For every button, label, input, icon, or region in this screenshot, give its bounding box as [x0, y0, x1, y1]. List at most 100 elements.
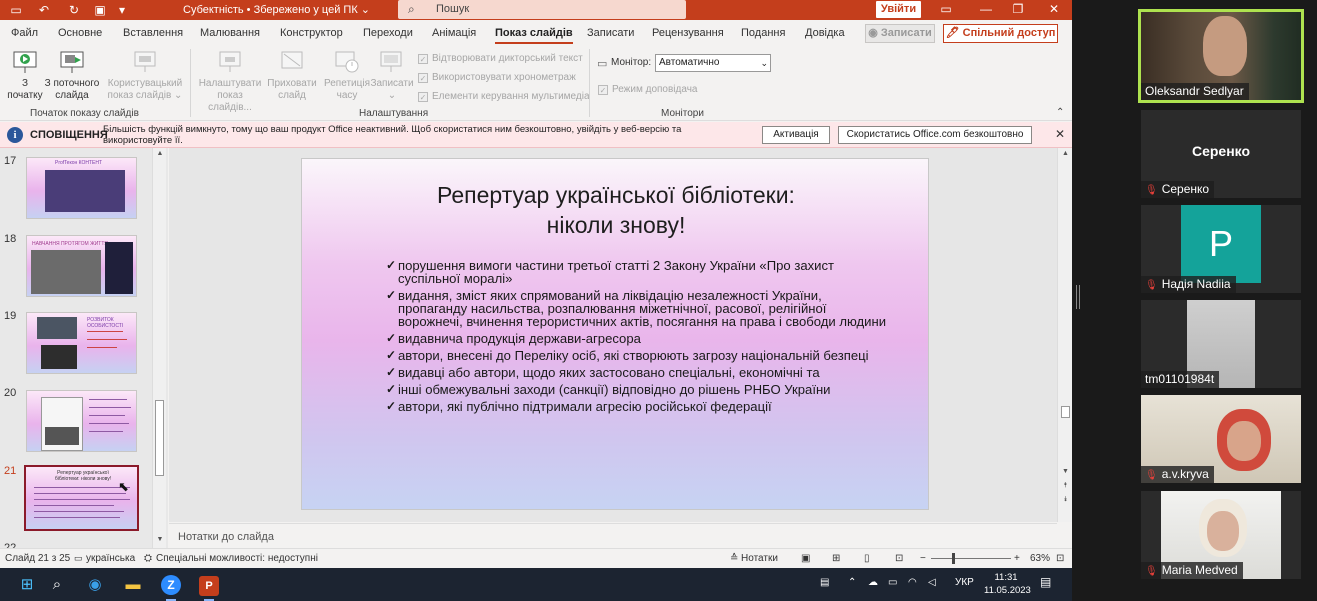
close-icon[interactable]: ✕ — [1038, 0, 1070, 20]
slide-title[interactable]: Репертуар української бібліотеки: ніколи… — [302, 180, 928, 240]
edge-browser-icon[interactable]: ◉ — [82, 572, 108, 598]
scroll-down-icon[interactable]: ▼ — [1061, 468, 1070, 475]
participant-tile[interactable]: tm01101984t — [1141, 300, 1301, 388]
tab-design[interactable]: Конструктор — [280, 27, 343, 39]
tab-draw[interactable]: Малювання — [200, 27, 260, 39]
participant-tile[interactable]: Серенко 🎙 Серенко — [1141, 110, 1301, 198]
tab-insert[interactable]: Вставлення — [123, 27, 183, 39]
show-hidden-icons-icon[interactable]: ⌃ — [848, 577, 856, 588]
scroll-up-icon[interactable]: ▲ — [155, 150, 165, 160]
participant-tile[interactable]: 🎙 a.v.kryva — [1141, 395, 1301, 483]
slide-thumbnail-18[interactable]: НАВЧАННЯ ПРОТЯГОМ ЖИТТЯ — [26, 235, 137, 297]
scroll-down-icon[interactable]: ▼ — [155, 536, 165, 546]
participant-tile[interactable]: P 🎙 Надія Nadiia — [1141, 205, 1301, 293]
minimize-icon[interactable]: — — [970, 0, 1002, 20]
slideshow-view-icon[interactable]: ⊡ — [895, 553, 903, 564]
media-controls-checkbox[interactable]: ✓ Елементи керування мультимедіа — [418, 91, 590, 102]
thumbnails-scrollbar[interactable]: ▲ ▼ — [152, 148, 166, 548]
wifi-icon[interactable]: ◠ — [908, 577, 917, 588]
zoom-out-icon[interactable]: − — [920, 553, 926, 564]
participant-tile[interactable]: Oleksandr Sedlyar — [1138, 9, 1304, 103]
volume-icon[interactable]: ◁ — [928, 577, 936, 588]
maximize-icon[interactable]: ❐ — [1002, 0, 1034, 20]
collapse-ribbon-icon[interactable]: ⌃ — [1056, 107, 1064, 118]
ribbon-display-icon[interactable]: ▭ — [930, 0, 962, 20]
slide-thumbnail-21[interactable]: Репертуар української бібліотеки: ніколи… — [24, 465, 139, 531]
from-current-button[interactable]: З поточного слайда — [42, 48, 102, 102]
rehearse-timings-button[interactable]: Репетиція часу — [322, 48, 372, 102]
narration-checkbox[interactable]: ✓ Відтворювати дикторський текст — [418, 53, 583, 64]
presenter-view-checkbox[interactable]: ✓ Режим доповідача — [598, 84, 697, 95]
slideshow-icon[interactable]: ▣ — [92, 2, 108, 18]
autosave-icon[interactable]: ▭ — [8, 2, 24, 18]
timings-checkbox[interactable]: ✓ Використовувати хронометраж — [418, 72, 576, 83]
spellcheck-icon[interactable]: ▭ — [74, 553, 83, 564]
undo-icon[interactable]: ↶ — [36, 2, 52, 18]
cloud-icon[interactable]: ☁ — [868, 577, 878, 588]
redo-icon[interactable]: ↻ — [66, 2, 82, 18]
slide-thumbnail-19[interactable]: РОЗВИТОК ОСОБИСТОСТІ — [26, 312, 137, 374]
file-explorer-icon[interactable]: ▬ — [120, 572, 146, 598]
current-slide[interactable]: Репертуар української бібліотеки: ніколи… — [301, 158, 929, 510]
notes-pane[interactable]: Нотатки до слайда — [169, 523, 1057, 548]
clock[interactable]: 11:31 11.05.2023 — [984, 571, 1031, 597]
editor-scrollbar[interactable]: ▲ ▼ ⯭ ⯯ — [1057, 148, 1072, 522]
notes-toggle-icon[interactable]: ≙ — [730, 553, 738, 564]
scroll-up-icon[interactable]: ▲ — [1061, 150, 1070, 157]
share-button[interactable]: 🖊 Спільний доступ — [943, 24, 1058, 43]
accessibility-icon[interactable]: ⛭ — [144, 553, 152, 564]
record-slideshow-button[interactable]: Записати ⌄ — [370, 48, 414, 102]
tab-help[interactable]: Довідка — [805, 27, 845, 39]
tab-file[interactable]: Файл — [11, 27, 38, 39]
customize-qat-icon[interactable]: ▾ — [114, 2, 130, 18]
from-start-button[interactable]: З початку — [5, 48, 45, 102]
participant-tile[interactable]: 🎙 Maria Medved — [1141, 491, 1301, 579]
activate-button[interactable]: Активація — [762, 126, 830, 144]
zoom-app-icon[interactable]: Z — [158, 572, 184, 601]
use-office-free-button[interactable]: Скористатись Office.com безкоштовно — [838, 126, 1032, 144]
zoom-level[interactable]: 63% — [1030, 553, 1050, 564]
accessibility-status[interactable]: Спеціальні можливості: недоступні — [156, 553, 318, 564]
slide-thumbnail-17[interactable]: ProfTeкон КОНТЕНТ — [26, 157, 137, 219]
hide-slide-button[interactable]: Приховати слайд — [266, 48, 318, 102]
custom-show-button[interactable]: Користувацький показ слайдів ⌄ — [106, 48, 184, 102]
slide-bullet-list[interactable]: порушення вимоги частини третьої статті … — [386, 259, 886, 417]
tab-review[interactable]: Рецензування — [652, 27, 724, 39]
zoom-in-icon[interactable]: + — [1014, 553, 1020, 564]
slide-sorter-icon[interactable]: ⊞ — [832, 553, 840, 564]
normal-view-icon[interactable]: ▣ — [801, 553, 810, 564]
tab-transitions[interactable]: Переходи — [363, 27, 413, 39]
fit-to-window-icon[interactable]: ⊡ — [1056, 553, 1064, 564]
notification-title: СПОВІЩЕННЯ — [30, 129, 108, 141]
signin-button[interactable]: Увійти — [876, 1, 921, 18]
action-center-icon[interactable]: ▤ — [1040, 575, 1051, 589]
gallery-resize-handle[interactable] — [1076, 285, 1080, 309]
document-title[interactable]: Субектність • Збережено у цей ПК ⌄ — [183, 3, 370, 16]
windows-start-icon[interactable]: ⊞ — [14, 572, 40, 598]
powerpoint-app-icon[interactable]: P — [196, 572, 222, 601]
search-box[interactable]: ⌕ Пошук — [398, 0, 686, 19]
input-language[interactable]: УКР — [955, 577, 974, 588]
notes-toggle[interactable]: Нотатки — [741, 553, 778, 564]
close-icon[interactable]: ✕ — [1055, 127, 1065, 141]
tab-record[interactable]: Записати — [587, 27, 634, 39]
slide-thumbnail-20[interactable] — [26, 390, 137, 452]
tab-animations[interactable]: Анімація — [432, 27, 476, 39]
language-indicator[interactable]: українська — [86, 553, 135, 564]
tab-slideshow[interactable]: Показ слайдів — [495, 27, 573, 44]
setup-show-button[interactable]: Налаштувати показ слайдів... — [196, 48, 264, 114]
search-icon[interactable]: ⌕ — [44, 572, 70, 598]
monitor-select[interactable]: Автоматично ⌄ — [655, 54, 771, 72]
notification-tray-icon[interactable]: ▤ — [820, 577, 829, 588]
next-slide-icon[interactable]: ⯯ — [1061, 496, 1070, 504]
tab-home[interactable]: Основне — [58, 27, 102, 39]
tab-view[interactable]: Подання — [741, 27, 785, 39]
record-button[interactable]: ◉ Записати — [865, 24, 935, 43]
zoom-slider-knob[interactable] — [952, 553, 955, 564]
scroll-thumb[interactable] — [155, 400, 164, 476]
scroll-thumb[interactable] — [1061, 406, 1070, 418]
reading-view-icon[interactable]: ▯ — [864, 553, 870, 564]
network-icon[interactable]: ▭ — [888, 577, 897, 588]
zoom-slider[interactable] — [931, 558, 1011, 559]
previous-slide-icon[interactable]: ⯭ — [1061, 482, 1070, 490]
